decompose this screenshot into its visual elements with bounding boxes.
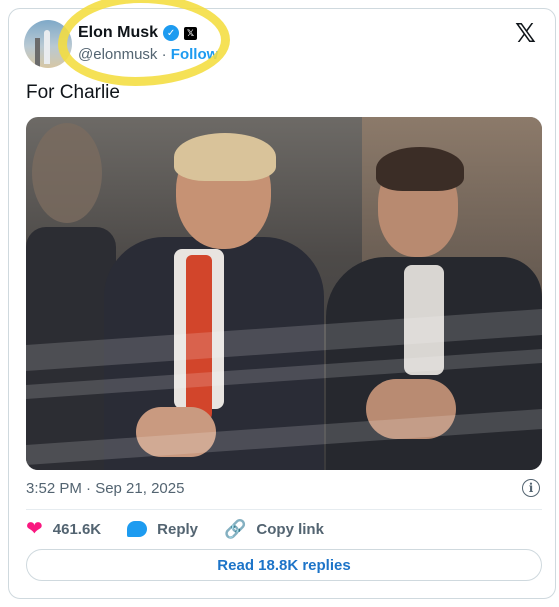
follow-button[interactable]: Follow	[171, 46, 219, 63]
author-name[interactable]: Elon Musk	[78, 24, 158, 42]
action-bar: ❤ 461.6K Reply 🔗 Copy link	[26, 518, 350, 540]
copy-link-icon: 🔗	[224, 519, 247, 539]
photo-left-man-hair	[174, 133, 276, 181]
photo-bystander-head	[32, 123, 102, 223]
author-name-row: Elon Musk ✓ 𝕏	[78, 24, 198, 42]
x-badge-icon: 𝕏	[184, 26, 198, 40]
author-handle-row: @elonmusk · Follow	[78, 46, 218, 63]
tweet-timestamp[interactable]: 3:52 PM · Sep 21, 2025	[26, 480, 184, 497]
verified-badge-icon: ✓	[163, 25, 180, 41]
avatar-rocket	[44, 30, 50, 64]
tweet-photo[interactable]	[26, 117, 542, 470]
author-handle[interactable]: @elonmusk	[78, 46, 157, 63]
x-logo-icon[interactable]: 𝕏	[515, 20, 536, 46]
avatar-tower	[35, 38, 40, 68]
reply-label: Reply	[157, 520, 198, 538]
info-icon[interactable]: i	[522, 479, 540, 497]
photo-right-man-hair	[376, 147, 464, 191]
handle-separator: ·	[161, 46, 167, 63]
like-count: 461.6K	[52, 520, 102, 538]
reply-button[interactable]: Reply	[127, 521, 198, 538]
avatar[interactable]	[24, 20, 72, 68]
copy-link-button[interactable]: 🔗 Copy link	[224, 520, 324, 538]
reply-icon	[127, 521, 148, 537]
divider	[26, 509, 542, 510]
like-button[interactable]: ❤ 461.6K	[26, 519, 101, 539]
copy-link-label: Copy link	[256, 520, 324, 538]
read-replies-button[interactable]: Read 18.8K replies	[26, 549, 542, 581]
tweet-text: For Charlie	[26, 82, 120, 103]
heart-icon: ❤	[26, 518, 43, 540]
